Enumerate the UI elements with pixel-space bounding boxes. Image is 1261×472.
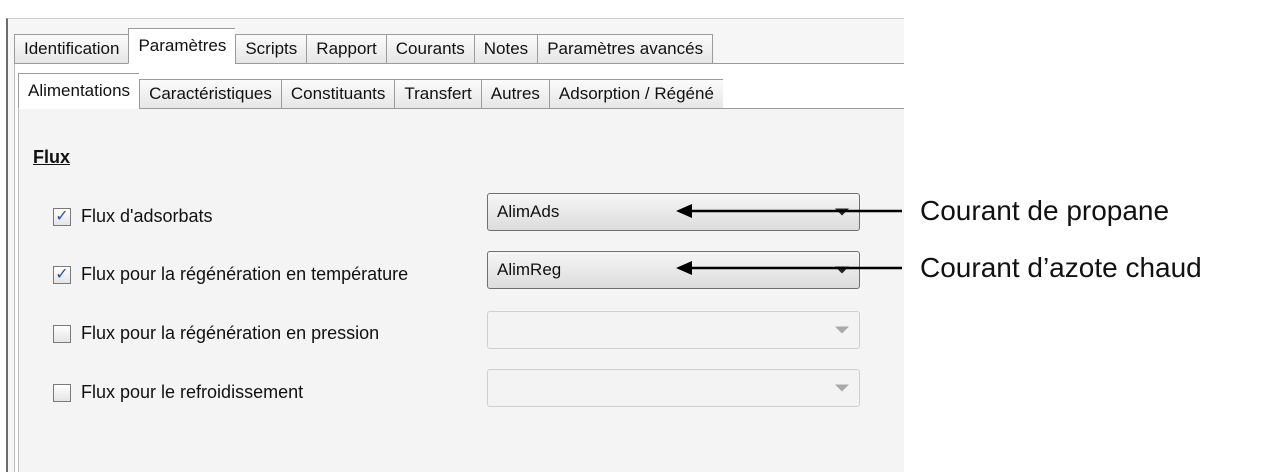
chevron-down-icon	[835, 384, 849, 392]
combo-flux-refroidissement	[487, 369, 860, 407]
tab-identification[interactable]: Identification	[14, 34, 129, 64]
tab-courants[interactable]: Courants	[385, 34, 474, 64]
row-flux-refroidissement: Flux pour le refroidissement	[53, 382, 303, 403]
chevron-down-icon[interactable]	[835, 208, 849, 216]
tab-transfert[interactable]: Transfert	[394, 79, 481, 109]
checkbox-flux-regeneration-pression[interactable]	[53, 324, 71, 343]
sub-tab-content	[18, 109, 904, 472]
row-flux-regeneration-pression: Flux pour la régénération en pression	[53, 323, 379, 344]
checkbox-flux-refroidissement[interactable]	[53, 383, 71, 402]
chevron-down-icon	[835, 326, 849, 334]
checkbox-label: Flux pour le refroidissement	[81, 382, 304, 402]
tab-caracteristiques[interactable]: Caractéristiques	[139, 79, 281, 109]
tab-adsorption-regeneration[interactable]: Adsorption / Régéné	[548, 79, 723, 109]
tab-parametres-avances[interactable]: Paramètres avancés	[537, 34, 714, 64]
tab-autres[interactable]: Autres	[480, 79, 549, 109]
row-flux-regeneration-temperature: ✓ Flux pour la régénération en températu…	[53, 264, 408, 285]
tab-parametres[interactable]: Paramètres	[128, 28, 236, 64]
section-title-flux: Flux	[33, 147, 71, 167]
checkbox-flux-adsorbats[interactable]: ✓	[53, 207, 71, 226]
combo-value: AlimReg	[497, 260, 562, 279]
combo-flux-adsorbats[interactable]: AlimAds	[487, 193, 860, 231]
combo-flux-regeneration-temperature[interactable]: AlimReg	[487, 251, 860, 289]
tab-alimentations[interactable]: Alimentations	[18, 73, 140, 109]
tab-rapport[interactable]: Rapport	[306, 34, 386, 64]
combo-value: AlimAds	[497, 202, 560, 221]
checkbox-label: Flux d'adsorbats	[81, 206, 213, 226]
checkmark-icon: ✓	[55, 207, 69, 225]
sub-tab-baseline	[18, 108, 904, 109]
row-flux-adsorbats: ✓ Flux d'adsorbats	[53, 206, 213, 227]
checkbox-flux-regeneration-temperature[interactable]: ✓	[53, 265, 71, 284]
checkbox-label: Flux pour la régénération en pression	[81, 323, 380, 343]
tab-scripts[interactable]: Scripts	[235, 34, 307, 64]
main-tab-bar: Identification Paramètres Scripts Rappor…	[14, 28, 714, 64]
checkmark-icon: ✓	[55, 265, 69, 283]
annotation-courant-azote-chaud: Courant d’azote chaud	[920, 252, 1202, 283]
annotation-courant-propane: Courant de propane	[920, 195, 1170, 226]
tab-notes[interactable]: Notes	[473, 34, 538, 64]
combo-flux-regeneration-pression	[487, 311, 860, 349]
tab-constituants[interactable]: Constituants	[280, 79, 395, 109]
checkbox-label: Flux pour la régénération en température	[81, 264, 409, 284]
chevron-down-icon[interactable]	[835, 266, 849, 274]
sub-tab-bar: Alimentations Caractéristiques Constitua…	[18, 73, 723, 109]
